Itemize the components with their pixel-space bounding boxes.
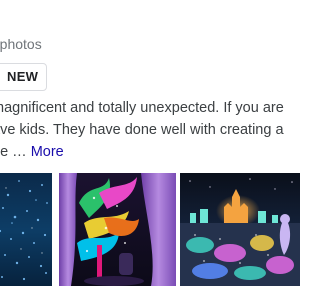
photo-castle-image [180,173,300,286]
review-photo-3[interactable] [180,173,300,286]
review-photo-1[interactable] [0,173,52,286]
review-photo-2[interactable] [59,173,176,286]
new-badge: NEW [0,63,48,91]
photo-count: 1 photos [0,36,42,52]
review-text-line: ave kids. They have done well with creat… [0,122,284,138]
photo-neon-jungle-image [59,173,176,286]
review-card: 1 photos NEW magnificent and totally une… [0,0,300,300]
review-text: magnificent and totally unexpected. If y… [0,97,300,163]
photo-starry-image [0,173,52,286]
review-text-ellipsis: ne … [0,144,27,160]
review-text-line: magnificent and totally unexpected. If y… [0,100,284,116]
review-text-line: ne … More [0,141,300,163]
more-link[interactable]: More [31,144,64,160]
